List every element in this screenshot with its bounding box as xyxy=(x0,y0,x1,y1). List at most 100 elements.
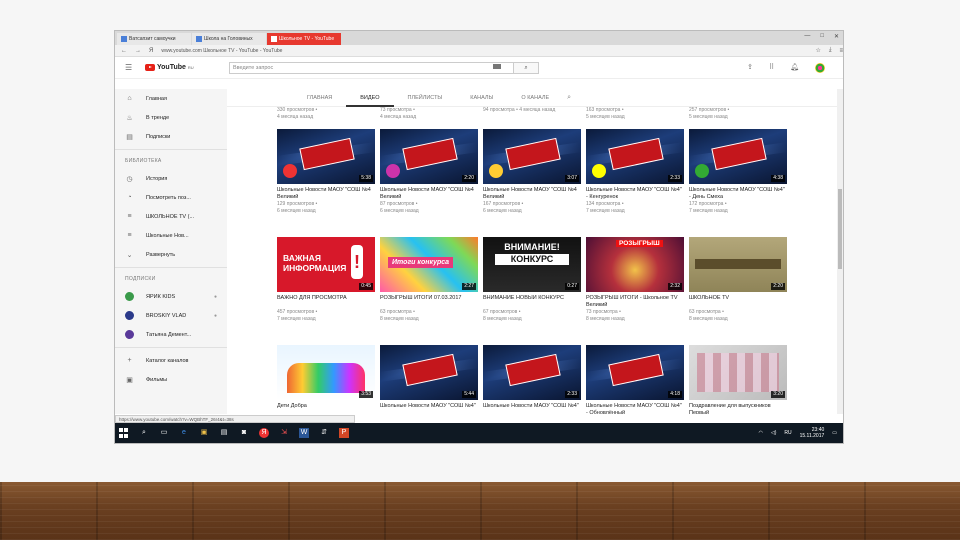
video-title[interactable]: Школьные Новости МАОУ "СОШ №4 Великий xyxy=(380,187,478,201)
video-thumbnail[interactable]: ВАЖНАЯ ИНФОРМАЦИЯ! 0:45 xyxy=(277,237,375,292)
video-card[interactable]: 2:33 Школьные Новости МАОУ "СОШ №4" xyxy=(483,345,581,414)
video-card[interactable]: ВАЖНАЯ ИНФОРМАЦИЯ! 0:45 ВАЖНО ДЛЯ ПРОСМОТР… xyxy=(277,237,375,323)
video-card[interactable]: РОЗЫГРЫШ 2:32 РОЗЫГРЫШ ИТОГИ - Школьное TV… xyxy=(586,237,684,323)
sidebar-item-subscriptions[interactable]: ▤ Подписки xyxy=(115,127,227,146)
video-title[interactable]: Школьные Новости МАОУ "СОШ №4" xyxy=(380,403,478,414)
tab-videos[interactable]: ВИДЕО xyxy=(346,89,394,107)
hamburger-menu-icon[interactable]: ☰ xyxy=(125,63,139,72)
sidebar-item-trending[interactable]: ♨ В тренде xyxy=(115,108,227,127)
video-title[interactable]: Школьные Новости МАОУ "СОШ №4" xyxy=(483,403,581,414)
windows-start-icon[interactable] xyxy=(119,428,129,438)
video-card[interactable]: 4:18 Школьные Новости МАОУ "СОШ №4" - Обн… xyxy=(586,345,684,414)
powerpoint-icon[interactable]: P xyxy=(339,428,349,438)
video-title[interactable]: РОЗЫГРЫШ ИТОГИ 07.03.2017 xyxy=(380,295,478,309)
video-card[interactable]: ВНИМАНИЕ! КОНКУРС 0:27 ВНИМАНИЕ НОВЫЙ КОНКУ… xyxy=(483,237,581,323)
clock[interactable]: 23:40 15.11.2017 xyxy=(800,427,825,439)
store-icon[interactable]: ▤ xyxy=(219,428,229,438)
app-icon[interactable]: ⇵ xyxy=(319,428,329,438)
sidebar-item-expand[interactable]: ⌄ Развернуть xyxy=(115,245,227,264)
video-title[interactable]: Школьные Новости МАОУ "СОШ №4" - Кенгуре… xyxy=(586,187,684,201)
yandex-browser-icon[interactable]: Я xyxy=(259,428,269,438)
network-icon[interactable]: ◠ xyxy=(758,430,762,436)
video-thumbnail[interactable]: РОЗЫГРЫШ 2:32 xyxy=(586,237,684,292)
sidebar-item-home[interactable]: ⌂ Главная xyxy=(115,89,227,108)
video-card[interactable]: 4:38 Школьные Новости МАОУ "СОШ №4" - Ден… xyxy=(689,129,787,215)
video-title[interactable]: Школьные Новости МАОУ "СОШ №4" - День См… xyxy=(689,187,787,201)
back-icon[interactable]: ← xyxy=(121,48,127,54)
video-title[interactable]: Школьные Новости МАОУ "СОШ №4" - Обновлё… xyxy=(586,403,684,414)
video-thumbnail[interactable]: 3:53 xyxy=(277,345,375,400)
video-thumbnail[interactable]: 3:20 xyxy=(689,345,787,400)
explorer-icon[interactable]: ▣ xyxy=(199,428,209,438)
word-icon[interactable]: W xyxy=(299,428,309,438)
edge-icon[interactable]: e xyxy=(179,428,189,438)
language-indicator[interactable]: RU xyxy=(784,430,791,436)
apps-icon[interactable]: ⠿ xyxy=(769,63,774,73)
download-icon[interactable]: ⤓ xyxy=(829,47,832,54)
sidebar-item-history[interactable]: ◷ История xyxy=(115,169,227,188)
video-card[interactable]: 2:20 Школьные Новости МАОУ "СОШ №4 Велики… xyxy=(380,129,478,215)
video-card[interactable]: 3:53 Дети Добра xyxy=(277,345,375,414)
menu-icon[interactable]: ≡ xyxy=(839,48,843,54)
video-title[interactable]: ШКОЛЬНОЕ TV xyxy=(689,295,787,309)
channel-search-icon[interactable]: ⌕ xyxy=(563,94,571,102)
forward-icon[interactable]: → xyxy=(135,48,141,54)
search-icon[interactable]: ⌕ xyxy=(139,428,149,438)
video-card[interactable]: Итоги конкурса 2:27 РОЗЫГРЫШ ИТОГИ 07.03.2… xyxy=(380,237,478,323)
maximize-button[interactable]: □ xyxy=(820,33,824,40)
video-thumbnail[interactable]: 4:38 xyxy=(689,129,787,184)
notifications-icon[interactable]: 🔔︎ xyxy=(790,63,799,73)
video-thumbnail[interactable]: 2:33 xyxy=(586,129,684,184)
browser-tab-active[interactable]: Школьное TV - YouTube xyxy=(267,33,341,45)
video-title[interactable]: Школьные Новости МАОУ "СОШ №4 Великий xyxy=(483,187,581,201)
video-title[interactable]: Поздравление для выпускников Первый xyxy=(689,403,787,414)
tab-home[interactable]: ГЛАВНАЯ xyxy=(293,89,346,107)
sidebar-item-subscription[interactable]: BROSKIY VLAD ● xyxy=(115,306,227,325)
video-thumbnail[interactable]: 2:20 xyxy=(380,129,478,184)
close-window-button[interactable]: ✕ xyxy=(834,33,839,40)
bookmark-icon[interactable]: ☆ xyxy=(815,47,820,54)
minimize-button[interactable]: — xyxy=(804,33,810,40)
video-thumbnail[interactable]: 5:38 xyxy=(277,129,375,184)
avatar[interactable] xyxy=(815,63,825,73)
app-icon[interactable]: ⇲ xyxy=(279,428,289,438)
notifications-center-icon[interactable]: ▭ xyxy=(832,430,837,436)
task-view-icon[interactable]: ▭ xyxy=(159,428,169,438)
video-title[interactable]: Дети Добра xyxy=(277,403,375,414)
tab-playlists[interactable]: ПЛЕЙЛИСТЫ xyxy=(394,89,457,107)
youtube-logo[interactable]: YouTube RU xyxy=(145,64,194,71)
video-card[interactable]: 3:07 Школьные Новости МАОУ "СОШ №4 Велики… xyxy=(483,129,581,215)
scrollbar[interactable] xyxy=(837,89,843,414)
sidebar-item-movies[interactable]: ▣ Фильмы xyxy=(115,370,227,389)
volume-icon[interactable]: ◁) xyxy=(771,430,777,436)
sidebar-item-playlist[interactable]: ≡ ШКОЛЬНОЕ TV (... xyxy=(115,207,227,226)
sidebar-item-playlist[interactable]: ≡ Школьные Нов... xyxy=(115,226,227,245)
video-title[interactable]: Школьные Новости МАОУ "СОШ №4 Великий xyxy=(277,187,375,201)
sidebar-item-watch-later[interactable]: ◔ Посмотреть поз... xyxy=(115,188,227,207)
sidebar-item-catalog[interactable]: + Каталог каналов xyxy=(115,351,227,370)
video-thumbnail[interactable]: 5:44 xyxy=(380,345,478,400)
video-title[interactable]: РОЗЫГРЫШ ИТОГИ - Школьное TV Великий xyxy=(586,295,684,309)
scrollbar-thumb[interactable] xyxy=(838,189,842,269)
sidebar-item-subscription[interactable]: Татьяна Демент... xyxy=(115,325,227,344)
browser-tab[interactable]: Школа на Головиных xyxy=(192,33,266,45)
browser-tab[interactable]: Ватсапзит самоучки xyxy=(117,33,191,45)
yandex-icon[interactable]: Я xyxy=(149,48,153,54)
video-card[interactable]: 3:20 Поздравление для выпускников Первый xyxy=(689,345,787,414)
video-thumbnail[interactable]: 2:20 xyxy=(689,237,787,292)
video-card[interactable]: 5:38 Школьные Новости МАОУ "СОШ №4 Велики… xyxy=(277,129,375,215)
upload-icon[interactable]: ⇪ xyxy=(747,63,753,73)
video-thumbnail[interactable]: 3:07 xyxy=(483,129,581,184)
url-field[interactable]: www.youtube.com Школьное TV - YouTube - … xyxy=(161,48,807,54)
video-title[interactable]: ВАЖНО ДЛЯ ПРОСМОТРА xyxy=(277,295,375,309)
search-button[interactable]: ⌕ xyxy=(513,62,539,74)
video-title[interactable]: ВНИМАНИЕ НОВЫЙ КОНКУРС xyxy=(483,295,581,309)
video-card[interactable]: 2:20 ШКОЛЬНОЕ TV 63 просмотра • 8 месяцев н… xyxy=(689,237,787,323)
tab-channels[interactable]: КАНАЛЫ xyxy=(456,89,507,107)
video-card[interactable]: 5:44 Школьные Новости МАОУ "СОШ №4" xyxy=(380,345,478,414)
video-card[interactable]: 2:33 Школьные Новости МАОУ "СОШ №4" - Кен… xyxy=(586,129,684,215)
video-thumbnail[interactable]: 4:18 xyxy=(586,345,684,400)
keyboard-icon[interactable] xyxy=(493,64,501,69)
shopping-bag-icon[interactable]: ◙ xyxy=(239,428,249,438)
video-thumbnail[interactable]: 2:33 xyxy=(483,345,581,400)
